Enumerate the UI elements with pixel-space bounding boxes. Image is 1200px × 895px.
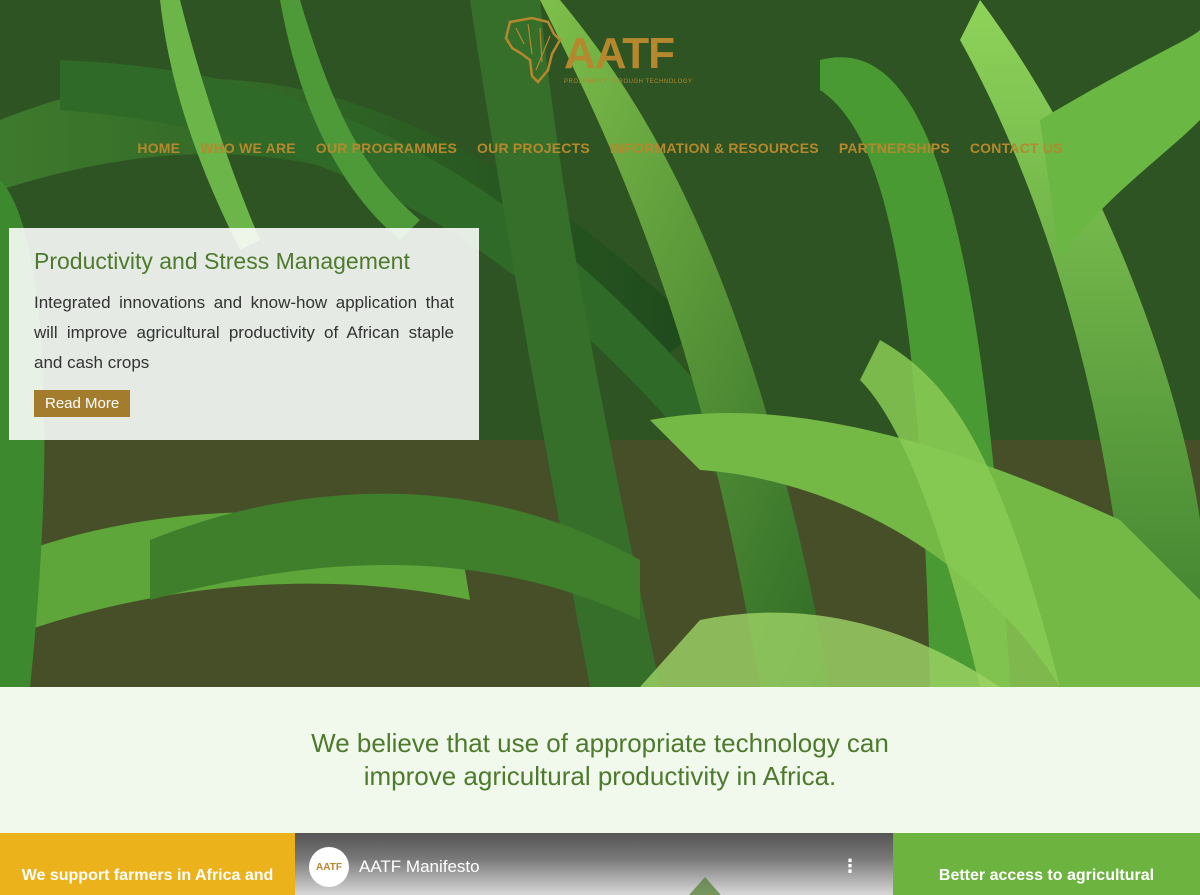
channel-avatar-label: AATF [316, 861, 342, 873]
logo-tagline: PROSPERITY THROUGH TECHNOLOGY [564, 79, 693, 85]
africa-map-icon [504, 16, 562, 84]
better-access-box[interactable]: Better access to agricultural [893, 833, 1200, 895]
belief-line-2: improve agricultural productivity in Afr… [363, 761, 837, 791]
aatf-logo[interactable]: AATF PROSPERITY THROUGH TECHNOLOGY [502, 14, 692, 86]
belief-line-1: We believe that use of appropriate techn… [311, 728, 889, 758]
video-title[interactable]: AATF Manifesto [359, 857, 480, 877]
better-access-text: Better access to agricultural [938, 867, 1155, 884]
support-farmers-box[interactable]: We support farmers in Africa and [0, 833, 295, 895]
nav-item-partnerships[interactable]: PARTNERSHIPS [839, 140, 950, 156]
channel-avatar[interactable]: AATF [309, 847, 349, 887]
slide-title: Productivity and Stress Management [34, 248, 410, 274]
video-thumbnail-graphic [689, 877, 721, 895]
nav-item-home[interactable]: HOME [137, 140, 180, 156]
features-strip: We support farmers in Africa and AATF AA… [0, 833, 1200, 895]
main-navigation: HOME WHO WE ARE OUR PROGRAMMES OUR PROJE… [0, 140, 1200, 156]
slide-description: Integrated innovations and know-how appl… [34, 293, 454, 372]
nav-item-our-programmes[interactable]: OUR PROGRAMMES [316, 140, 457, 156]
support-farmers-text: We support farmers in Africa and [21, 867, 274, 884]
video-player[interactable]: AATF AATF Manifesto ⋮ [295, 833, 893, 895]
hero-slide-card: Productivity and Stress Management Integ… [9, 228, 479, 440]
belief-heading: We believe that use of appropriate techn… [0, 727, 1200, 793]
more-vertical-icon[interactable]: ⋮ [841, 857, 859, 875]
nav-item-information-resources[interactable]: INFORMATION & RESOURCES [610, 140, 819, 156]
belief-section: We believe that use of appropriate techn… [0, 687, 1200, 833]
nav-item-our-projects[interactable]: OUR PROJECTS [477, 140, 590, 156]
logo-wordmark: AATF [564, 29, 675, 78]
nav-item-contact-us[interactable]: CONTACT US [970, 140, 1063, 156]
read-more-button[interactable]: Read More [34, 390, 131, 417]
hero-banner: AATF PROSPERITY THROUGH TECHNOLOGY HOME … [0, 0, 1200, 687]
nav-item-who-we-are[interactable]: WHO WE ARE [200, 140, 296, 156]
